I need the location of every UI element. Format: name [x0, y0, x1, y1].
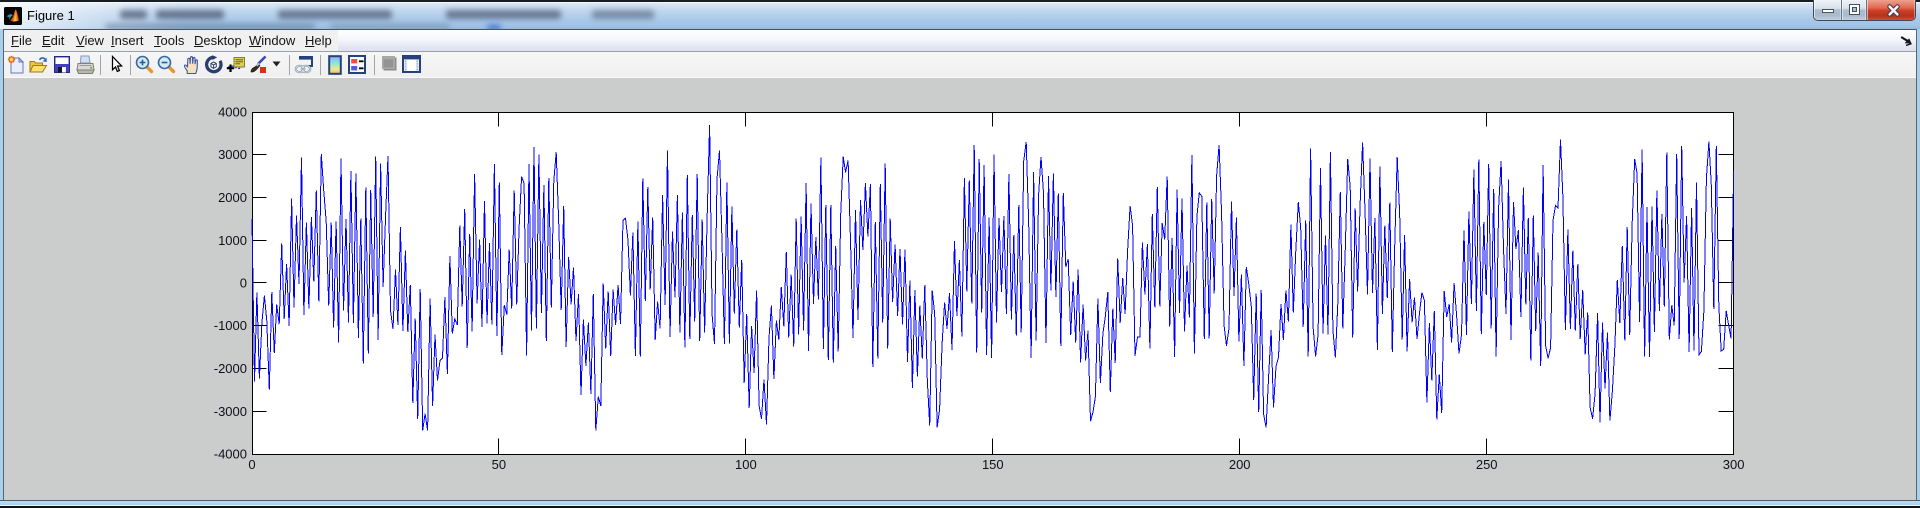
svg-text:0: 0 [248, 457, 255, 472]
svg-text:-1000: -1000 [214, 318, 247, 333]
svg-text:2000: 2000 [218, 190, 247, 205]
svg-text:200: 200 [1229, 457, 1251, 472]
svg-text:300: 300 [1723, 457, 1745, 472]
svg-text:1000: 1000 [218, 233, 247, 248]
svg-text:50: 50 [492, 457, 506, 472]
svg-text:250: 250 [1476, 457, 1498, 472]
svg-text:3000: 3000 [218, 147, 247, 162]
svg-text:-4000: -4000 [214, 447, 247, 462]
svg-text:150: 150 [982, 457, 1004, 472]
svg-text:100: 100 [735, 457, 757, 472]
svg-text:0: 0 [240, 276, 247, 291]
svg-text:-3000: -3000 [214, 404, 247, 419]
svg-text:-2000: -2000 [214, 361, 247, 376]
svg-text:4000: 4000 [218, 105, 247, 120]
